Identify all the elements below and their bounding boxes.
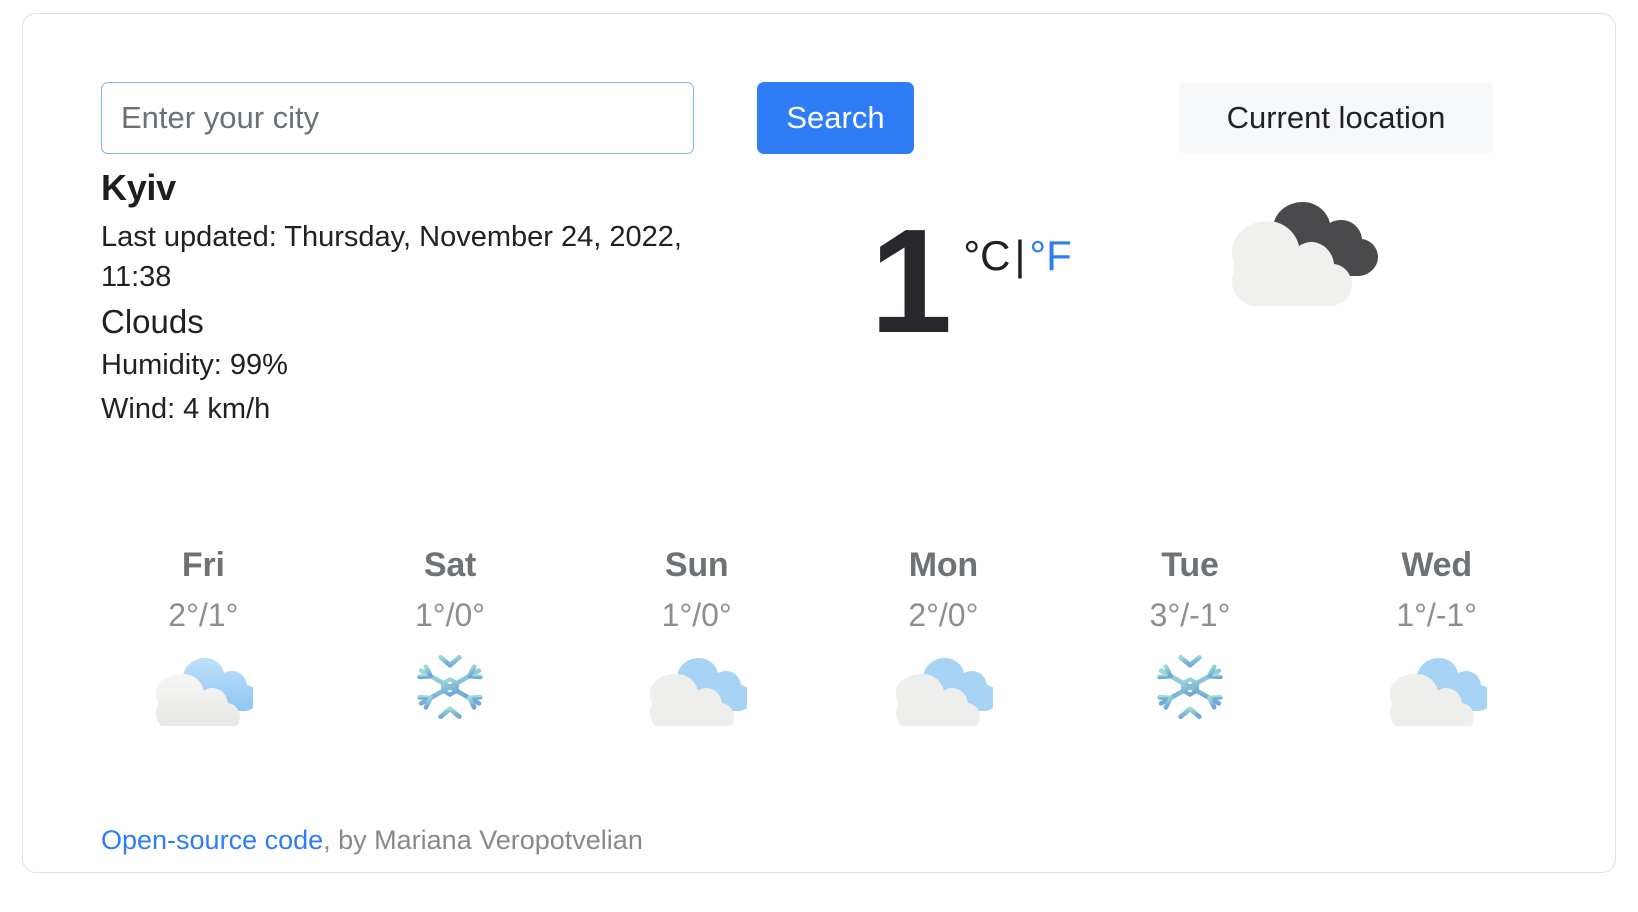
broken-clouds-icon — [153, 648, 259, 731]
search-button[interactable]: Search — [757, 82, 914, 154]
forecast-day-sun: Sun 1°/0° — [573, 529, 820, 759]
clouds-icon — [1205, 174, 1395, 324]
current-info-column: Kyiv Last updated: Thursday, November 24… — [101, 164, 761, 431]
forecast-day-name: Mon — [908, 546, 978, 584]
weather-card: Search Current location Kyiv Last update… — [22, 13, 1616, 873]
snowflake-icon — [400, 648, 500, 726]
forecast-day-name: Sat — [423, 546, 477, 584]
broken-clouds-icon — [893, 648, 999, 731]
open-source-code-link[interactable]: Open-source code — [101, 825, 323, 855]
forecast-row: Fri 2°/1° Sat 1°/0° Sun 1°/0° Mon 2°/0° … — [80, 529, 1560, 759]
temperature-value: 1 — [870, 199, 952, 364]
search-input[interactable] — [101, 82, 694, 154]
fahrenheit-link[interactable]: °F — [1029, 232, 1071, 279]
broken-clouds-icon — [647, 648, 752, 731]
forecast-day-name: Tue — [1161, 546, 1219, 584]
forecast-day-temps: 2°/1° — [168, 596, 239, 633]
forecast-day-temps: 1°/0° — [661, 596, 732, 633]
forecast-day-wed: Wed 1°/-1° — [1313, 529, 1560, 759]
humidity-value: Humidity: 99% — [101, 349, 288, 382]
snowflake-icon — [1140, 648, 1240, 726]
forecast-day-mon: Mon 2°/0° — [820, 529, 1067, 759]
forecast-day-sat: Sat 1°/0° — [327, 529, 574, 759]
celsius-unit-label: °C — [963, 232, 1011, 279]
last-updated-text: Last updated: Thursday, November 24, 202… — [101, 220, 682, 293]
current-conditions: Kyiv Last updated: Thursday, November 24… — [80, 164, 1560, 464]
condition-description: Clouds — [101, 302, 204, 340]
forecast-day-name: Fri — [181, 546, 225, 584]
forecast-day-name: Sun — [664, 546, 729, 584]
forecast-day-fri: Fri 2°/1° — [80, 529, 327, 759]
city-name: Kyiv — [101, 167, 176, 208]
search-row: Search Current location — [80, 69, 1560, 154]
forecast-day-name: Wed — [1401, 546, 1472, 584]
wind-value: Wind: 4 km/h — [101, 392, 271, 425]
forecast-day-temps: 3°/-1° — [1149, 596, 1231, 633]
author-credit: , by Mariana Veropotvelian — [323, 825, 643, 855]
current-location-button[interactable]: Current location — [1179, 82, 1493, 154]
forecast-day-tue: Tue 3°/-1° — [1067, 529, 1314, 759]
broken-clouds-icon — [1387, 648, 1492, 731]
unit-toggle-group: °C|°F — [963, 232, 1072, 280]
footer: Open-source code, by Mariana Veropotveli… — [101, 822, 643, 860]
forecast-day-temps: 1°/0° — [414, 596, 486, 633]
temperature-display: 1 °C|°F — [870, 199, 1072, 364]
unit-separator: | — [1014, 232, 1026, 279]
forecast-day-temps: 1°/-1° — [1396, 596, 1478, 633]
forecast-day-temps: 2°/0° — [908, 596, 979, 633]
